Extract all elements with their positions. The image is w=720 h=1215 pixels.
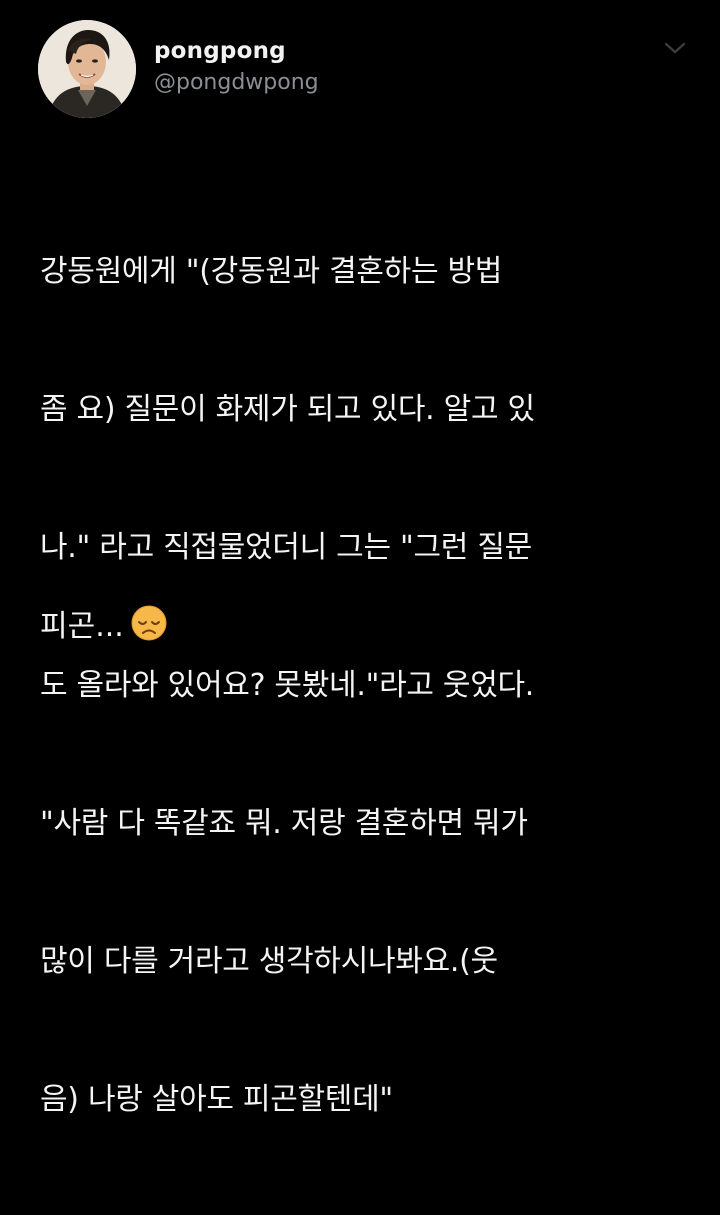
- tweet-text-line: 강동원에게 "(강동원과 결혼하는 방법: [40, 254, 503, 289]
- tweet-header: pongpong @pongdwpong: [38, 20, 688, 120]
- tweet-text-line: 도 올라와 있어요? 못봤네."라고 웃었다.: [40, 668, 535, 703]
- user-handle[interactable]: @pongdwpong: [154, 68, 319, 98]
- chevron-down-icon[interactable]: [662, 38, 688, 58]
- tweet-text-line: "사람 다 똑같죠 뭐. 저랑 결혼하면 뭐가: [40, 806, 528, 841]
- tweet-text-line: 음) 나랑 살아도 피곤할텐데": [40, 1082, 393, 1117]
- tweet-text-line: 좀 요) 질문이 화제가 되고 있다. 알고 있: [40, 392, 535, 427]
- user-names: pongpong @pongdwpong: [154, 36, 319, 98]
- tweet-text-line: 많이 다를 거라고 생각하시나봐요.(웃: [40, 944, 498, 979]
- tweet-text: 강동원에게 "(강동원과 결혼하는 방법 좀 요) 질문이 화제가 되고 있다.…: [40, 157, 690, 1215]
- avatar[interactable]: [38, 20, 136, 118]
- followup-text: 피곤...: [40, 609, 124, 644]
- tweet-text-line: 나." 라고 직접물었더니 그는 "그런 질문: [40, 530, 532, 565]
- display-name[interactable]: pongpong: [154, 36, 319, 66]
- tweet-card: pongpong @pongdwpong 강동원에게 "(강동원과 결혼하는 방…: [0, 0, 720, 1117]
- disappointed-face-icon: [130, 604, 168, 642]
- tweet-followup: 피곤...: [40, 598, 168, 648]
